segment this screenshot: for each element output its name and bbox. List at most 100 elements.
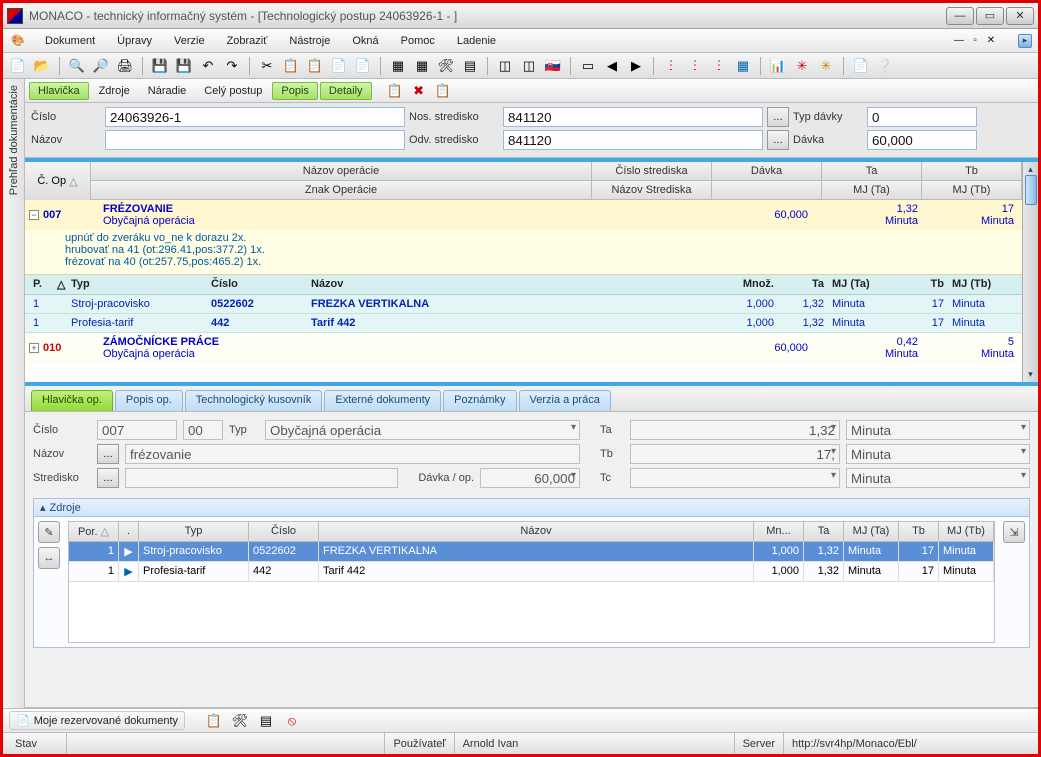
operation-row-007[interactable]: − 007 FRÉZOVANIE Obyčajná operácia 60,00…: [25, 200, 1038, 230]
detail-tab-tech-kusovnik[interactable]: Technologický kusovník: [185, 390, 323, 411]
zg-typ[interactable]: Typ: [139, 522, 249, 541]
col-davka[interactable]: Dávka: [712, 162, 822, 180]
df-tb-u[interactable]: [846, 444, 1030, 464]
resource-row-2[interactable]: 1 Profesia-tarif 442 Tarif 442 1,000 1,3…: [25, 314, 1038, 333]
detail-tab-verzia[interactable]: Verzia a práca: [519, 390, 611, 411]
col-c-op[interactable]: Č. Op △: [25, 162, 91, 200]
df-cislo2[interactable]: [183, 420, 223, 440]
collapse-icon[interactable]: −: [29, 210, 39, 220]
nav-fwd-icon[interactable]: ▶: [625, 56, 647, 76]
toolbar-icon-a[interactable]: 📋: [384, 81, 406, 101]
zg-mn[interactable]: Mn...: [754, 522, 804, 541]
select-icon[interactable]: ▭: [577, 56, 599, 76]
menu-dokument[interactable]: Dokument: [41, 33, 99, 49]
collapse-zdroje-icon[interactable]: ▴: [40, 501, 46, 514]
detail-tab-ext-dok[interactable]: Externé dokumenty: [324, 390, 441, 411]
undo-icon[interactable]: ↶: [197, 56, 219, 76]
menu-zobrazit[interactable]: Zobraziť: [223, 33, 272, 49]
df-ta[interactable]: [630, 420, 840, 440]
sidebar[interactable]: Prehľad dokumentácie: [3, 79, 25, 708]
save-all-icon[interactable]: 💾: [173, 56, 195, 76]
paste2-icon[interactable]: 📄: [352, 56, 374, 76]
search-icon[interactable]: 🔍: [66, 56, 88, 76]
menu-verzie[interactable]: Verzie: [170, 33, 209, 49]
window2-icon[interactable]: ▦: [411, 56, 433, 76]
df-stred[interactable]: [125, 468, 398, 488]
minimize-button[interactable]: —: [946, 7, 974, 25]
red1-icon[interactable]: ⵗ: [660, 56, 682, 76]
resource-row-1[interactable]: 1 Stroj-pracovisko 0522602 FREZKA VERTIK…: [25, 295, 1038, 314]
zdroje-edit-button[interactable]: ✎: [38, 521, 60, 543]
tab-zdroje[interactable]: Zdroje: [91, 83, 138, 99]
sheet-icon[interactable]: 📄: [850, 56, 872, 76]
df-cislo[interactable]: [97, 420, 177, 440]
nav-back-icon[interactable]: ◀: [601, 56, 623, 76]
df-ta-u[interactable]: [846, 420, 1030, 440]
redx1-icon[interactable]: ✳: [791, 56, 813, 76]
input-davka[interactable]: [867, 130, 977, 150]
detail-tab-popis-op[interactable]: Popis op.: [115, 390, 183, 411]
toolbar-icon-c[interactable]: 📋: [432, 81, 454, 101]
zg-tb[interactable]: Tb: [899, 522, 939, 541]
menu-overflow-icon[interactable]: ▸: [1018, 34, 1032, 48]
input-odv[interactable]: [503, 130, 763, 150]
paste-icon[interactable]: 📋: [304, 56, 326, 76]
tab-detaily[interactable]: Detaily: [320, 82, 372, 100]
menu-okna[interactable]: Okná: [348, 33, 382, 49]
df-tc-u[interactable]: [846, 468, 1030, 488]
mdi-close[interactable]: ✕: [984, 34, 998, 48]
input-cislo[interactable]: [105, 107, 405, 127]
bt-stop-icon[interactable]: ⦸: [281, 711, 303, 731]
new-doc-icon[interactable]: 📄: [7, 56, 29, 76]
play-icon[interactable]: ▶: [119, 562, 139, 581]
zg-dot[interactable]: .: [119, 522, 139, 541]
odv-lookup-button[interactable]: …: [767, 130, 789, 150]
col-mj-ta[interactable]: MJ (Ta): [822, 181, 922, 199]
zdroje-right-button[interactable]: ⇲: [1003, 521, 1025, 543]
toolbar-icon-b[interactable]: ✖: [408, 81, 430, 101]
grid-scrollbar[interactable]: ▴ ▾: [1022, 162, 1038, 382]
reserved-docs-button[interactable]: 📄 Moje rezervované dokumenty: [9, 711, 185, 730]
col-ta[interactable]: Ta: [822, 162, 922, 180]
df-davkaop[interactable]: [480, 468, 580, 488]
col-mj-tb[interactable]: MJ (Tb): [922, 181, 1022, 199]
copy2-icon[interactable]: 📄: [328, 56, 350, 76]
df-tb[interactable]: [630, 444, 840, 464]
tab-hlavicka[interactable]: Hlavička: [29, 82, 89, 100]
copy-icon[interactable]: 📋: [280, 56, 302, 76]
tab-naradie[interactable]: Náradie: [140, 83, 195, 99]
expand-icon[interactable]: +: [29, 343, 39, 353]
red3-icon[interactable]: ⵗ: [708, 56, 730, 76]
print-icon[interactable]: 🖨: [114, 56, 136, 76]
menu-ladenie[interactable]: Ladenie: [453, 33, 500, 49]
df-nazov-lookup[interactable]: …: [97, 444, 119, 464]
play-icon[interactable]: ▶: [119, 542, 139, 561]
col-znak-op[interactable]: Znak Operácie: [91, 181, 592, 199]
chart-icon[interactable]: 📊: [767, 56, 789, 76]
grid-icon[interactable]: ▤: [459, 56, 481, 76]
tab-celypostup[interactable]: Celý postup: [196, 83, 270, 99]
col-nazov-str[interactable]: Názov Strediska: [592, 181, 712, 199]
cut-icon[interactable]: ✂: [256, 56, 278, 76]
mdi-restore[interactable]: ▫: [968, 34, 982, 48]
zdroje-move-button[interactable]: ↔: [38, 547, 60, 569]
bt-icon2[interactable]: 🛠: [229, 711, 251, 731]
zg-mjtb[interactable]: MJ (Tb): [939, 522, 994, 541]
star-icon[interactable]: ✳: [815, 56, 837, 76]
nos-lookup-button[interactable]: …: [767, 107, 789, 127]
zg-mjta[interactable]: MJ (Ta): [844, 522, 899, 541]
col-cislo-str[interactable]: Číslo strediska: [592, 162, 712, 180]
zdroje-header[interactable]: ▴ Zdroje: [34, 499, 1029, 517]
operation-row-010[interactable]: + 010 ZÁMOČNÍCKE PRÁCE Obyčajná operácia…: [25, 333, 1038, 363]
close-button[interactable]: ✕: [1006, 7, 1034, 25]
zg-cislo[interactable]: Číslo: [249, 522, 319, 541]
maximize-button[interactable]: ▭: [976, 7, 1004, 25]
open-icon[interactable]: 📂: [31, 56, 53, 76]
redo-icon[interactable]: ↷: [221, 56, 243, 76]
col-tb[interactable]: Tb: [922, 162, 1022, 180]
detail-tab-hlavicka-op[interactable]: Hlavička op.: [31, 390, 113, 411]
help-icon[interactable]: ❔: [874, 56, 896, 76]
red2-icon[interactable]: ⵗ: [684, 56, 706, 76]
zg-por[interactable]: Por. △: [69, 522, 119, 541]
tools-icon[interactable]: 🛠: [435, 56, 457, 76]
